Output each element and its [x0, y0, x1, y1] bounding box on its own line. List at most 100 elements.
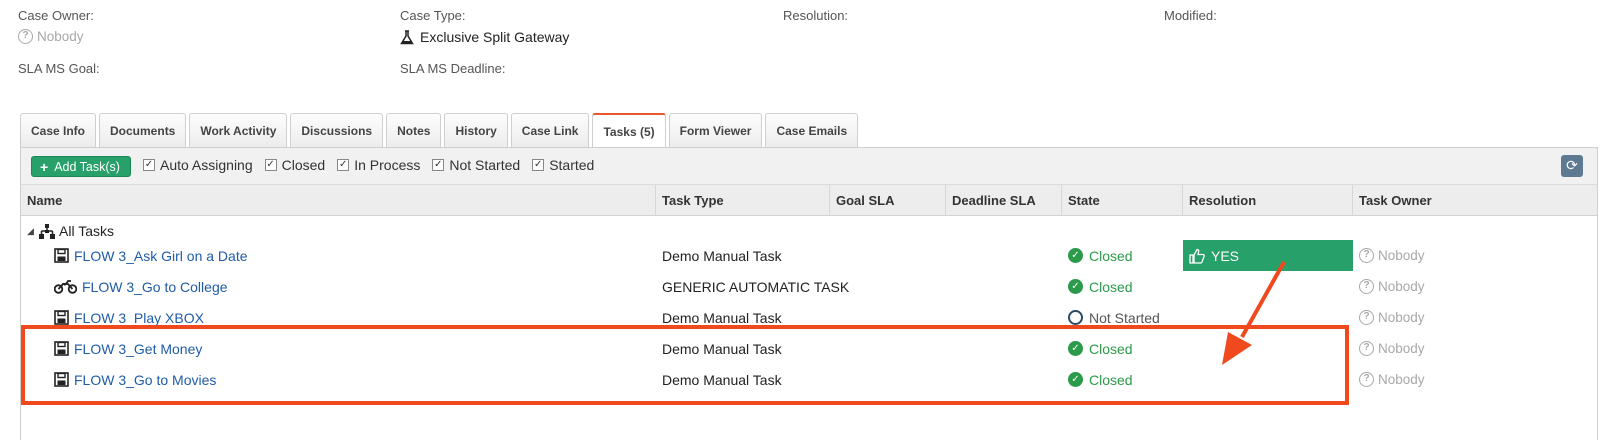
tab-case-info[interactable]: Case Info [20, 113, 97, 148]
state-text: Closed [1089, 371, 1133, 388]
state-cell: ✓ Closed [1068, 271, 1133, 302]
tab-notes[interactable]: Notes [386, 113, 442, 148]
filter-label: In Process [354, 157, 421, 173]
checkbox-checked-icon[interactable]: ✓ [532, 159, 545, 171]
case-owner-text: Nobody [37, 29, 84, 44]
task-owner-cell: ? Nobody [1359, 240, 1425, 271]
add-tasks-label: Add Task(s) [54, 159, 120, 174]
table-row: FLOW 3_Play XBOX Demo Manual Task Not St… [21, 302, 1597, 333]
task-name-text: FLOW 3_Ask Girl on a Date [74, 247, 248, 264]
question-icon: ? [18, 29, 33, 44]
column-task-owner[interactable]: Task Owner [1353, 185, 1599, 216]
column-resolution[interactable]: Resolution [1183, 185, 1353, 216]
filter-label: Not Started [449, 157, 521, 173]
task-type-cell: Demo Manual Task [662, 340, 782, 357]
checkbox-checked-icon[interactable]: ✓ [432, 159, 445, 171]
plus-icon: + [40, 158, 49, 175]
state-cell: Not Started [1068, 302, 1160, 333]
column-task-type[interactable]: Task Type [656, 185, 830, 216]
task-link[interactable]: FLOW 3_Get Money [54, 333, 202, 364]
check-circle-icon: ✓ [1068, 248, 1083, 263]
checkbox-checked-icon[interactable]: ✓ [264, 159, 277, 171]
resolution-badge: YES [1183, 240, 1353, 271]
question-icon: ? [1359, 248, 1374, 263]
table-row: FLOW 3_Ask Girl on a Date Demo Manual Ta… [21, 240, 1597, 271]
filter-in-process[interactable]: ✓ In Process [337, 157, 420, 173]
task-name-text: FLOW 3_Play XBOX [74, 309, 204, 326]
task-owner-cell: ? Nobody [1359, 271, 1425, 302]
tasks-toolbar: + Add Task(s) ✓ Auto Assigning ✓ Closed ✓ I… [21, 148, 1597, 185]
task-type-cell: GENERIC AUTOMATIC TASK [662, 278, 850, 295]
task-type-cell: Demo Manual Task [662, 309, 782, 326]
table-row: FLOW 3_Go to Movies Demo Manual Task ✓ C… [21, 364, 1597, 395]
task-owner-cell: ? Nobody [1359, 302, 1425, 333]
question-icon: ? [1359, 279, 1374, 294]
thumbs-up-icon [1189, 248, 1205, 264]
task-type-cell: Demo Manual Task [662, 371, 782, 388]
owner-text: Nobody [1378, 372, 1425, 387]
column-name[interactable]: Name [21, 185, 656, 216]
task-link[interactable]: FLOW 3_Go to Movies [54, 364, 216, 395]
refresh-icon: ⟳ [1566, 157, 1578, 173]
task-name-text: FLOW 3_Get Money [74, 340, 203, 357]
sla-goal-label: SLA MS Goal: [18, 61, 100, 76]
tab-discussions[interactable]: Discussions [290, 113, 384, 148]
state-cell: ✓ Closed [1068, 333, 1133, 364]
state-cell: ✓ Closed [1068, 240, 1133, 271]
tree-root-label: All Tasks [59, 223, 114, 239]
filter-closed[interactable]: ✓ Closed [264, 157, 326, 173]
task-type-cell: Demo Manual Task [662, 247, 782, 264]
question-icon: ? [1359, 372, 1374, 387]
check-circle-icon: ✓ [1068, 372, 1083, 387]
save-icon [54, 372, 69, 387]
column-state[interactable]: State [1062, 185, 1183, 216]
case-tabs: Case Info Documents Work Activity Discus… [20, 113, 859, 149]
filter-label: Closed [281, 157, 326, 173]
tab-tasks[interactable]: Tasks (5) [592, 113, 666, 149]
case-type-value: Exclusive Split Gateway [400, 29, 569, 45]
tab-work-activity[interactable]: Work Activity [189, 113, 288, 148]
tab-case-link[interactable]: Case Link [510, 113, 590, 148]
tasks-panel: + Add Task(s) ✓ Auto Assigning ✓ Closed ✓ I… [20, 148, 1598, 440]
tab-case-emails[interactable]: Case Emails [765, 113, 859, 148]
sla-deadline-label: SLA MS Deadline: [400, 61, 506, 76]
empty-circle-icon [1068, 310, 1083, 325]
table-row: FLOW 3_Get Money Demo Manual Task ✓ Clos… [21, 333, 1597, 364]
collapse-caret-icon[interactable]: ◢ [27, 226, 35, 237]
check-circle-icon: ✓ [1068, 279, 1083, 294]
motorcycle-icon [54, 280, 77, 294]
filter-not-started[interactable]: ✓ Not Started [432, 157, 520, 173]
flask-icon [400, 29, 414, 44]
column-goal-sla[interactable]: Goal SLA [830, 185, 946, 216]
filter-label: Auto Assigning [160, 157, 253, 173]
refresh-button[interactable]: ⟳ [1561, 155, 1583, 177]
task-link[interactable]: FLOW 3_Play XBOX [54, 302, 204, 333]
save-icon [54, 341, 69, 356]
filter-started[interactable]: ✓ Started [532, 157, 594, 173]
tab-documents[interactable]: Documents [99, 113, 187, 148]
filter-auto-assigning[interactable]: ✓ Auto Assigning [143, 157, 253, 173]
question-icon: ? [1359, 310, 1374, 325]
task-name-text: FLOW 3_Go to Movies [74, 371, 217, 388]
state-text: Closed [1089, 340, 1133, 357]
tab-form-viewer[interactable]: Form Viewer [668, 113, 763, 148]
save-icon [54, 310, 69, 325]
save-icon [54, 248, 69, 263]
resolution-text: YES [1211, 247, 1240, 264]
checkbox-checked-icon[interactable]: ✓ [143, 159, 155, 171]
case-owner-value: ? Nobody [18, 29, 84, 44]
owner-text: Nobody [1378, 279, 1425, 294]
checkbox-checked-icon[interactable]: ✓ [337, 159, 350, 171]
owner-text: Nobody [1378, 310, 1425, 325]
add-tasks-button[interactable]: + Add Task(s) [31, 156, 131, 177]
question-icon: ? [1359, 341, 1374, 356]
table-row: FLOW 3_Go to College GENERIC AUTOMATIC T… [21, 271, 1597, 302]
owner-text: Nobody [1378, 248, 1425, 263]
column-deadline-sla[interactable]: Deadline SLA [946, 185, 1062, 216]
tab-history[interactable]: History [444, 113, 508, 148]
resolution-label: Resolution: [783, 8, 849, 23]
task-owner-cell: ? Nobody [1359, 364, 1425, 395]
task-link[interactable]: FLOW 3_Go to College [54, 271, 228, 302]
task-link[interactable]: FLOW 3_Ask Girl on a Date [54, 240, 248, 271]
state-cell: ✓ Closed [1068, 364, 1133, 395]
